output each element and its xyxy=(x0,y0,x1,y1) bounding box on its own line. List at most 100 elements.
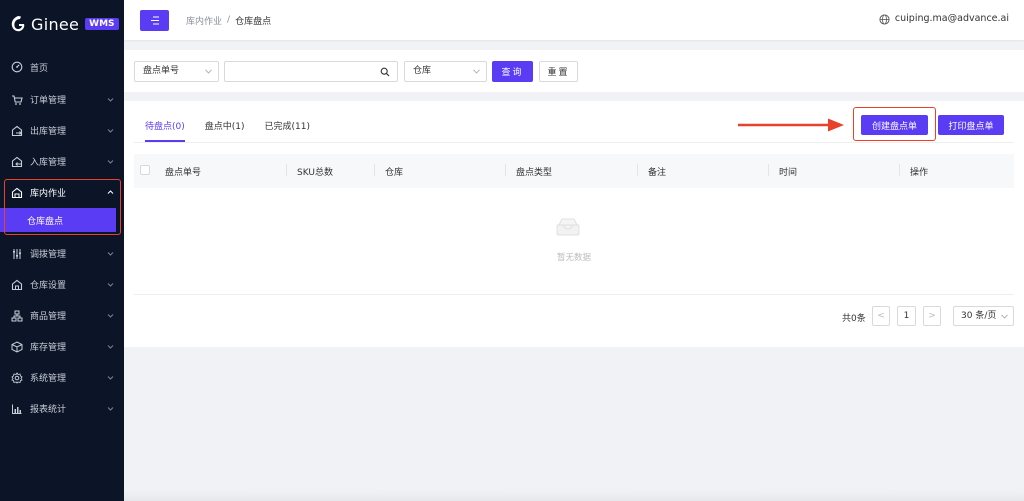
user-account[interactable]: cuiping.ma@advance.ai xyxy=(895,13,1009,24)
sidebar-item-label: 仓库设置 xyxy=(30,281,67,291)
breadcrumb-parent[interactable]: 库内作业 xyxy=(186,14,222,27)
top-header: 库内作业 / 仓库盘点 cuiping.ma@advance.ai xyxy=(124,0,1024,40)
chevron-down-icon xyxy=(107,252,114,256)
column-header: 时间 xyxy=(767,164,797,178)
search-field-select-value: 盘点单号 xyxy=(143,66,180,76)
sidebar-item-system[interactable]: 系统管理 xyxy=(0,362,124,393)
ginee-logo-icon xyxy=(11,16,25,32)
chevron-left-icon: < xyxy=(877,311,885,321)
column-header: 盘点类型 xyxy=(504,164,552,178)
sidebar-item-label: 入库管理 xyxy=(30,158,67,168)
empty-inbox-icon xyxy=(556,218,580,236)
sidebar-item-inventory[interactable]: 库存管理 xyxy=(0,331,124,362)
create-stocktake-button[interactable]: 创建盘点单 xyxy=(861,115,928,135)
sidebar: Ginee WMS 首页 订单管理 出库管理 入库管理 库内作业 仓库盘点 调拨… xyxy=(0,0,124,501)
page-size-value: 30 条/页 xyxy=(961,311,997,321)
product-icon xyxy=(11,310,23,322)
sidebar-subitem-label: 仓库盘点 xyxy=(27,216,64,227)
sidebar-item-label: 库内作业 xyxy=(30,189,67,199)
search-icon[interactable] xyxy=(380,67,390,77)
inventory-icon xyxy=(11,340,23,353)
chevron-down-icon xyxy=(107,129,114,133)
chevron-down-icon xyxy=(205,69,212,74)
breadcrumb: 库内作业 / 仓库盘点 xyxy=(186,14,271,27)
chevron-down-icon xyxy=(473,69,480,74)
warehouse-select-value: 仓库 xyxy=(413,66,432,76)
breadcrumb-separator: / xyxy=(227,15,231,25)
sidebar-item-label: 库存管理 xyxy=(30,343,67,353)
tab-pending[interactable]: 待盘点(0) xyxy=(145,119,185,142)
logo-text: Ginee xyxy=(31,14,80,34)
report-chart-icon xyxy=(11,403,23,415)
sidebar-item-label: 商品管理 xyxy=(30,312,67,322)
logo[interactable]: Ginee WMS xyxy=(0,0,124,48)
search-input[interactable] xyxy=(224,61,398,82)
system-gear-icon xyxy=(11,371,23,384)
pagination-next-button[interactable]: > xyxy=(923,306,941,326)
dashboard-icon xyxy=(11,61,23,73)
sidebar-item-reports[interactable]: 报表统计 xyxy=(0,393,124,424)
tab-completed[interactable]: 已完成(11) xyxy=(265,119,310,142)
column-header: 仓库 xyxy=(373,164,403,178)
sidebar-item-products[interactable]: 商品管理 xyxy=(0,300,124,331)
sidebar-item-label: 报表统计 xyxy=(30,405,67,415)
column-header: 操作 xyxy=(898,164,928,178)
chevron-down-icon xyxy=(1001,314,1008,319)
chevron-down-icon xyxy=(107,314,114,318)
chevron-down-icon xyxy=(107,283,114,287)
outbound-icon xyxy=(11,125,23,137)
chevron-up-icon xyxy=(107,190,114,194)
sidebar-item-warehouse-ops[interactable]: 库内作业 xyxy=(0,177,124,208)
menu-toggle-button[interactable] xyxy=(140,9,169,31)
sidebar-item-home[interactable]: 首页 xyxy=(0,50,124,84)
sidebar-item-transfer[interactable]: 调拨管理 xyxy=(0,238,124,269)
sidebar-item-label: 出库管理 xyxy=(30,127,67,137)
page-footer-area xyxy=(124,490,1024,501)
empty-state: 暂无数据 xyxy=(134,188,1014,295)
column-header: 备注 xyxy=(636,164,666,178)
filter-bar: 盘点单号 仓库 查询 重置 xyxy=(124,50,1024,92)
inbound-icon xyxy=(11,156,23,168)
chevron-down-icon xyxy=(107,98,114,102)
annotation-arrow-icon xyxy=(738,118,844,132)
breadcrumb-current: 仓库盘点 xyxy=(235,16,272,27)
stocktake-card: 待盘点(0) 盘点中(1) 已完成(11) 创建盘点单 打印盘点单 盘点单号 S… xyxy=(124,101,1024,347)
column-header: 盘点单号 xyxy=(165,168,202,178)
sidebar-item-outbound[interactable]: 出库管理 xyxy=(0,115,124,146)
status-tabs: 待盘点(0) 盘点中(1) 已完成(11) xyxy=(145,119,330,142)
chevron-down-icon xyxy=(107,345,114,349)
chevron-down-icon xyxy=(107,160,114,164)
search-field-select[interactable]: 盘点单号 xyxy=(134,61,219,82)
hamburger-icon xyxy=(150,15,159,25)
table-header: 盘点单号 SKU总数 仓库 盘点类型 备注 时间 操作 xyxy=(134,154,1014,188)
empty-text: 暂无数据 xyxy=(556,253,591,263)
print-stocktake-button[interactable]: 打印盘点单 xyxy=(938,115,1004,135)
query-button[interactable]: 查询 xyxy=(492,61,533,82)
sidebar-item-label: 首页 xyxy=(30,63,49,74)
pagination-page-1[interactable]: 1 xyxy=(897,306,916,326)
page-size-select[interactable]: 30 条/页 xyxy=(953,306,1014,326)
pagination-total: 共0条 xyxy=(842,314,866,324)
sidebar-item-orders[interactable]: 订单管理 xyxy=(0,84,124,115)
warehouse-select[interactable]: 仓库 xyxy=(404,61,487,82)
column-header: SKU总数 xyxy=(286,164,333,178)
sidebar-subitem-stocktake[interactable]: 仓库盘点 xyxy=(0,208,116,232)
chevron-down-icon xyxy=(107,407,114,411)
tabs-divider xyxy=(134,142,1014,143)
tab-in-progress[interactable]: 盘点中(1) xyxy=(205,119,245,142)
pagination-prev-button[interactable]: < xyxy=(872,306,890,326)
warehouse-ops-icon xyxy=(11,187,23,199)
select-all-checkbox[interactable] xyxy=(140,165,150,175)
reset-button[interactable]: 重置 xyxy=(539,61,578,82)
sidebar-item-warehouse-settings[interactable]: 仓库设置 xyxy=(0,269,124,300)
sidebar-item-label: 订单管理 xyxy=(30,96,67,106)
chevron-right-icon: > xyxy=(928,311,936,321)
wms-badge: WMS xyxy=(85,18,119,30)
cart-icon xyxy=(11,94,23,106)
globe-icon[interactable] xyxy=(879,14,890,25)
chevron-down-icon xyxy=(107,376,114,380)
sidebar-item-inbound[interactable]: 入库管理 xyxy=(0,146,124,177)
sidebar-item-label: 系统管理 xyxy=(30,374,67,384)
transfer-icon xyxy=(11,248,23,260)
sidebar-menu: 首页 订单管理 出库管理 入库管理 库内作业 仓库盘点 调拨管理 仓库设置 商品… xyxy=(0,50,124,424)
